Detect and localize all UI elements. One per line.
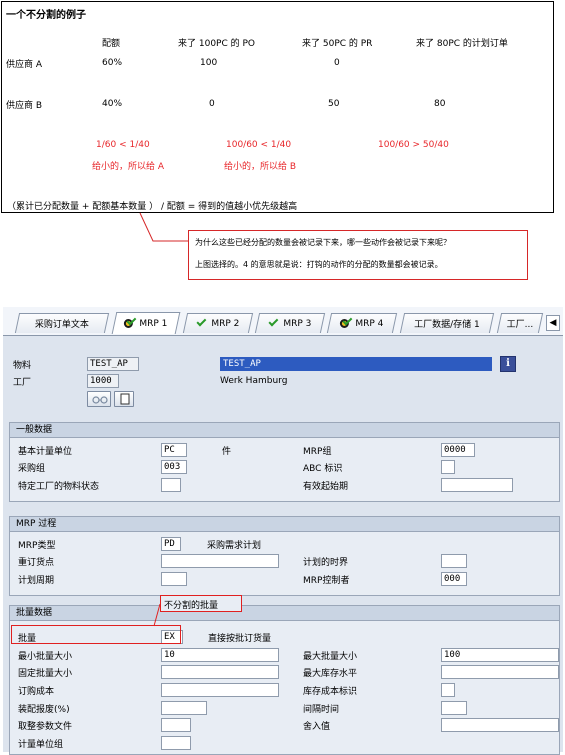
tab-scroll-button[interactable]: ◀ (546, 315, 560, 331)
min-lot-label: 最小批量大小 (18, 652, 73, 662)
max-lot-field[interactable]: 100 (441, 648, 559, 662)
mrp1-content: 物料 TEST_AP TEST_AP i 工厂 1000 Werk Hambur… (3, 335, 563, 755)
tab-label: MRP 4 (355, 318, 384, 329)
max-stock-field[interactable] (441, 665, 559, 679)
rounding-value-label: 舍入值 (303, 722, 331, 732)
max-stock-label: 最大库存水平 (303, 669, 358, 679)
tab-scroll-icon: ◀ (549, 318, 557, 328)
storage-cost-field[interactable] (441, 683, 455, 697)
tab-label: 采购订单文本 (34, 320, 89, 330)
tab-mrp3[interactable]: MRP 3 (254, 313, 326, 333)
callout-box: 为什么这些已经分配的数量会被记录下来，哪一些动作会被记录下来呢？ 上图选择的。4… (188, 230, 528, 280)
order-cost-label: 订购成本 (18, 687, 55, 697)
check-icon (196, 316, 208, 329)
assembly-scrap-label: 装配报废(%) (18, 705, 70, 715)
tab-label: 工厂数据/存储 1 (414, 320, 480, 330)
tab-label: MRP 1 (139, 318, 168, 329)
tab-plant-storage-1[interactable]: 工厂数据/存储 1 (399, 313, 495, 333)
rounding-value-field[interactable] (441, 718, 559, 732)
rounding-profile-label: 取整参数文件 (18, 722, 73, 732)
storage-cost-label: 库存成本标识 (303, 687, 358, 697)
annotation-line (153, 603, 161, 627)
max-lot-label: 最大批量大小 (303, 652, 358, 662)
callout-line-1: 为什么这些已经分配的数量会被记录下来，哪一些动作会被记录下来呢？ (195, 238, 451, 247)
tab-label: MRP 3 (283, 318, 312, 329)
check-icon (268, 316, 280, 329)
sap-material-master: 采购订单文本 MRP 1 MRP 2 MRP 3 MRP 4 工厂数据/存储 1… (3, 307, 563, 755)
target-icon (124, 315, 137, 329)
tab-mrp2[interactable]: MRP 2 (182, 313, 254, 333)
takt-time-label: 间隔时间 (303, 705, 340, 715)
tab-plant-more[interactable]: 工厂... (496, 313, 544, 333)
tab-po-text[interactable]: 采购订单文本 (14, 313, 110, 333)
tab-label: 工厂... (506, 320, 534, 330)
tab-mrp4[interactable]: MRP 4 (326, 313, 398, 333)
uom-group-field[interactable] (161, 736, 191, 750)
assembly-scrap-field[interactable] (161, 701, 207, 715)
tab-label: MRP 2 (211, 318, 240, 329)
order-cost-field[interactable] (161, 683, 279, 697)
uom-group-label: 计量单位组 (18, 740, 64, 750)
takt-time-field[interactable] (441, 701, 467, 715)
tab-mrp1[interactable]: MRP 1 (111, 312, 181, 334)
callout-line-2: 上图选择的。4 的意思就是说：打钩的动作的分配的数量都会被记录。 (195, 260, 443, 269)
min-lot-field[interactable]: 10 (161, 648, 279, 662)
fixed-lot-label: 固定批量大小 (18, 669, 73, 679)
lot-size-highlight (11, 625, 181, 644)
fixed-lot-field[interactable] (161, 665, 279, 679)
rounding-profile-field[interactable] (161, 718, 191, 732)
target-icon (340, 315, 353, 329)
